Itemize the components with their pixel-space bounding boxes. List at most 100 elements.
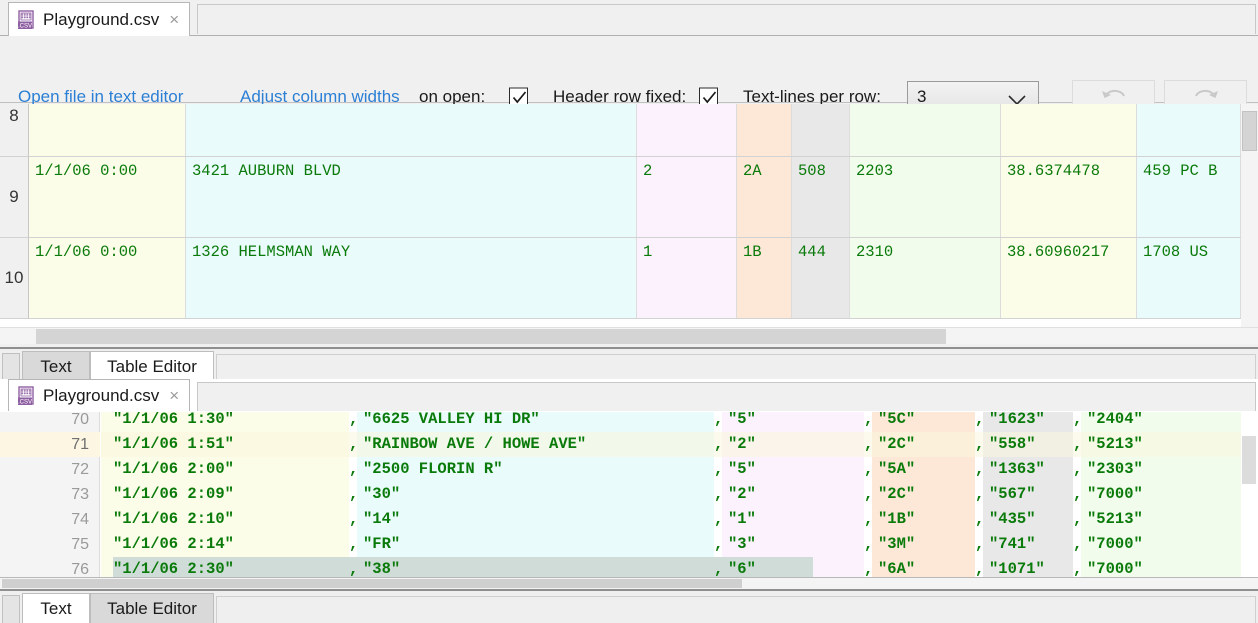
row-header[interactable]: 8 xyxy=(0,104,29,157)
code-line[interactable]: "1/1/06 2:14","FR","3","3M","741","7000"… xyxy=(101,532,1258,557)
csv-field[interactable]: "5213" xyxy=(1087,432,1143,457)
table-cell[interactable]: 38.60960217 xyxy=(1001,238,1137,318)
code-line[interactable]: "1/1/06 1:51","RAINBOW AVE / HOWE AVE","… xyxy=(101,432,1258,457)
editor-vertical-scrollbar[interactable] xyxy=(1241,412,1258,589)
csv-field[interactable]: "5" xyxy=(728,457,756,482)
csv-field[interactable]: "1/1/06 1:51" xyxy=(113,432,234,457)
csv-field[interactable]: "558" xyxy=(989,432,1036,457)
table-cell[interactable]: 1326 HELMSMAN WAY xyxy=(186,238,637,318)
table-cell[interactable] xyxy=(792,104,850,156)
csv-field[interactable]: "3" xyxy=(728,532,756,557)
csv-field[interactable]: "1/1/06 2:14" xyxy=(113,532,234,557)
field-separator: , xyxy=(864,412,873,432)
csv-field[interactable]: "14" xyxy=(363,507,400,532)
csv-field[interactable]: "7000" xyxy=(1087,482,1143,507)
csv-field[interactable]: "6625 VALLEY HI DR" xyxy=(363,412,540,432)
tabbar-filler xyxy=(216,596,1256,623)
csv-field[interactable]: "2C" xyxy=(878,432,915,457)
line-number: 75 xyxy=(0,532,89,557)
table-cell[interactable] xyxy=(637,104,737,156)
table-cell[interactable]: 1/1/06 0:00 xyxy=(29,157,186,237)
editor-horizontal-scrollbar-thumb[interactable] xyxy=(2,579,742,588)
table-cell[interactable] xyxy=(737,104,792,156)
code-line[interactable]: "1/1/06 2:10","14","1","1B","435","5213"… xyxy=(101,507,1258,532)
csv-field[interactable]: "5213" xyxy=(1087,507,1143,532)
code-line[interactable]: "1/1/06 2:00","2500 FLORIN R","5","5A","… xyxy=(101,457,1258,482)
code-line[interactable]: "1/1/06 2:09","30","2","2C","567","7000"… xyxy=(101,482,1258,507)
table-cell[interactable]: 2A xyxy=(737,157,792,237)
table-cell[interactable]: 2 xyxy=(637,157,737,237)
tab-text[interactable]: Text xyxy=(22,351,90,381)
table-cell[interactable]: 1B xyxy=(737,238,792,318)
table-cell[interactable]: 2310 xyxy=(850,238,1001,318)
table-cell[interactable] xyxy=(186,104,637,156)
line-number: 73 xyxy=(0,482,89,507)
table-vertical-scrollbar-thumb[interactable] xyxy=(1242,111,1257,151)
row-header[interactable]: 10 xyxy=(0,238,29,319)
csv-field[interactable]: "1B" xyxy=(878,507,915,532)
text-editor-area[interactable]: 70717273747576 "1/1/06 1:30","6625 VALLE… xyxy=(0,412,1258,589)
table-cell[interactable] xyxy=(1001,104,1137,156)
table-cell[interactable]: 38.6374478 xyxy=(1001,157,1137,237)
csv-field[interactable]: "2" xyxy=(728,482,756,507)
table-cell[interactable]: 2203 xyxy=(850,157,1001,237)
tab-table-editor[interactable]: Table Editor xyxy=(90,351,214,381)
csv-field[interactable]: "FR" xyxy=(363,532,400,557)
csv-field[interactable]: "5" xyxy=(728,412,756,432)
csv-field[interactable]: "1/1/06 1:30" xyxy=(113,412,234,432)
field-separator: , xyxy=(349,482,358,507)
table-cell[interactable]: 508 xyxy=(792,157,850,237)
code-area[interactable]: "1/1/06 1:30","6625 VALLEY HI DR","5","5… xyxy=(101,412,1258,589)
csv-field[interactable]: "5C" xyxy=(878,412,915,432)
csv-field[interactable]: "RAINBOW AVE / HOWE AVE" xyxy=(363,432,586,457)
row-header[interactable]: 9 xyxy=(0,157,29,238)
table-cell[interactable]: 1 xyxy=(637,238,737,318)
svg-text:.CSV: .CSV xyxy=(18,399,32,405)
table-cell[interactable]: 459 PC B xyxy=(1137,157,1241,237)
csv-field[interactable]: "567" xyxy=(989,482,1036,507)
tab-table-editor[interactable]: Table Editor xyxy=(90,593,214,623)
text-editor-document-tab[interactable]: .CSV Playground.csv × xyxy=(8,379,190,411)
document-tab-playground-csv[interactable]: .CSV Playground.csv × xyxy=(8,2,190,36)
table-cell[interactable]: 444 xyxy=(792,238,850,318)
csv-field[interactable]: "30" xyxy=(363,482,400,507)
field-separator: , xyxy=(714,532,723,557)
field-separator: , xyxy=(1073,457,1082,482)
csv-field[interactable]: "2" xyxy=(728,432,756,457)
field-separator: , xyxy=(1073,507,1082,532)
editor-horizontal-scrollbar[interactable] xyxy=(0,577,1258,589)
table-vertical-scrollbar[interactable] xyxy=(1241,104,1258,327)
csv-field[interactable]: "2500 FLORIN R" xyxy=(363,457,503,482)
csv-field[interactable]: "3M" xyxy=(878,532,915,557)
table-cell[interactable] xyxy=(29,104,186,156)
csv-field[interactable]: "2303" xyxy=(1087,457,1143,482)
table-horizontal-scrollbar-thumb[interactable] xyxy=(36,329,946,344)
csv-field[interactable]: "435" xyxy=(989,507,1036,532)
field-separator: , xyxy=(349,457,358,482)
csv-field[interactable]: "1" xyxy=(728,507,756,532)
csv-field[interactable]: "2C" xyxy=(878,482,915,507)
csv-field[interactable]: "1363" xyxy=(989,457,1045,482)
table-horizontal-scrollbar[interactable] xyxy=(0,327,1258,344)
csv-field[interactable]: "1623" xyxy=(989,412,1045,432)
csv-field[interactable]: "1/1/06 2:09" xyxy=(113,482,234,507)
table-cell[interactable] xyxy=(850,104,1001,156)
close-icon[interactable]: × xyxy=(165,387,183,404)
field-separator: , xyxy=(714,412,723,432)
csv-field[interactable]: "1/1/06 2:00" xyxy=(113,457,234,482)
close-icon[interactable]: × xyxy=(165,11,183,28)
table-cell[interactable]: 1/1/06 0:00 xyxy=(29,238,186,318)
table-cell[interactable]: 1708 US xyxy=(1137,238,1241,318)
csv-field[interactable]: "1/1/06 2:10" xyxy=(113,507,234,532)
csv-field[interactable]: "7000" xyxy=(1087,532,1143,557)
table-cell[interactable]: 3421 AUBURN BLVD xyxy=(186,157,637,237)
csv-field[interactable]: "5A" xyxy=(878,457,915,482)
table-cell[interactable] xyxy=(1137,104,1241,156)
field-separator: , xyxy=(714,457,723,482)
tab-text[interactable]: Text xyxy=(22,593,90,623)
table-row: 1/1/06 0:003421 AUBURN BLVD22A508220338.… xyxy=(29,157,1258,238)
csv-field[interactable]: "741" xyxy=(989,532,1036,557)
code-line[interactable]: "1/1/06 1:30","6625 VALLEY HI DR","5","5… xyxy=(101,412,1258,432)
editor-vertical-scrollbar-thumb[interactable] xyxy=(1242,436,1256,484)
csv-field[interactable]: "2404" xyxy=(1087,412,1143,432)
